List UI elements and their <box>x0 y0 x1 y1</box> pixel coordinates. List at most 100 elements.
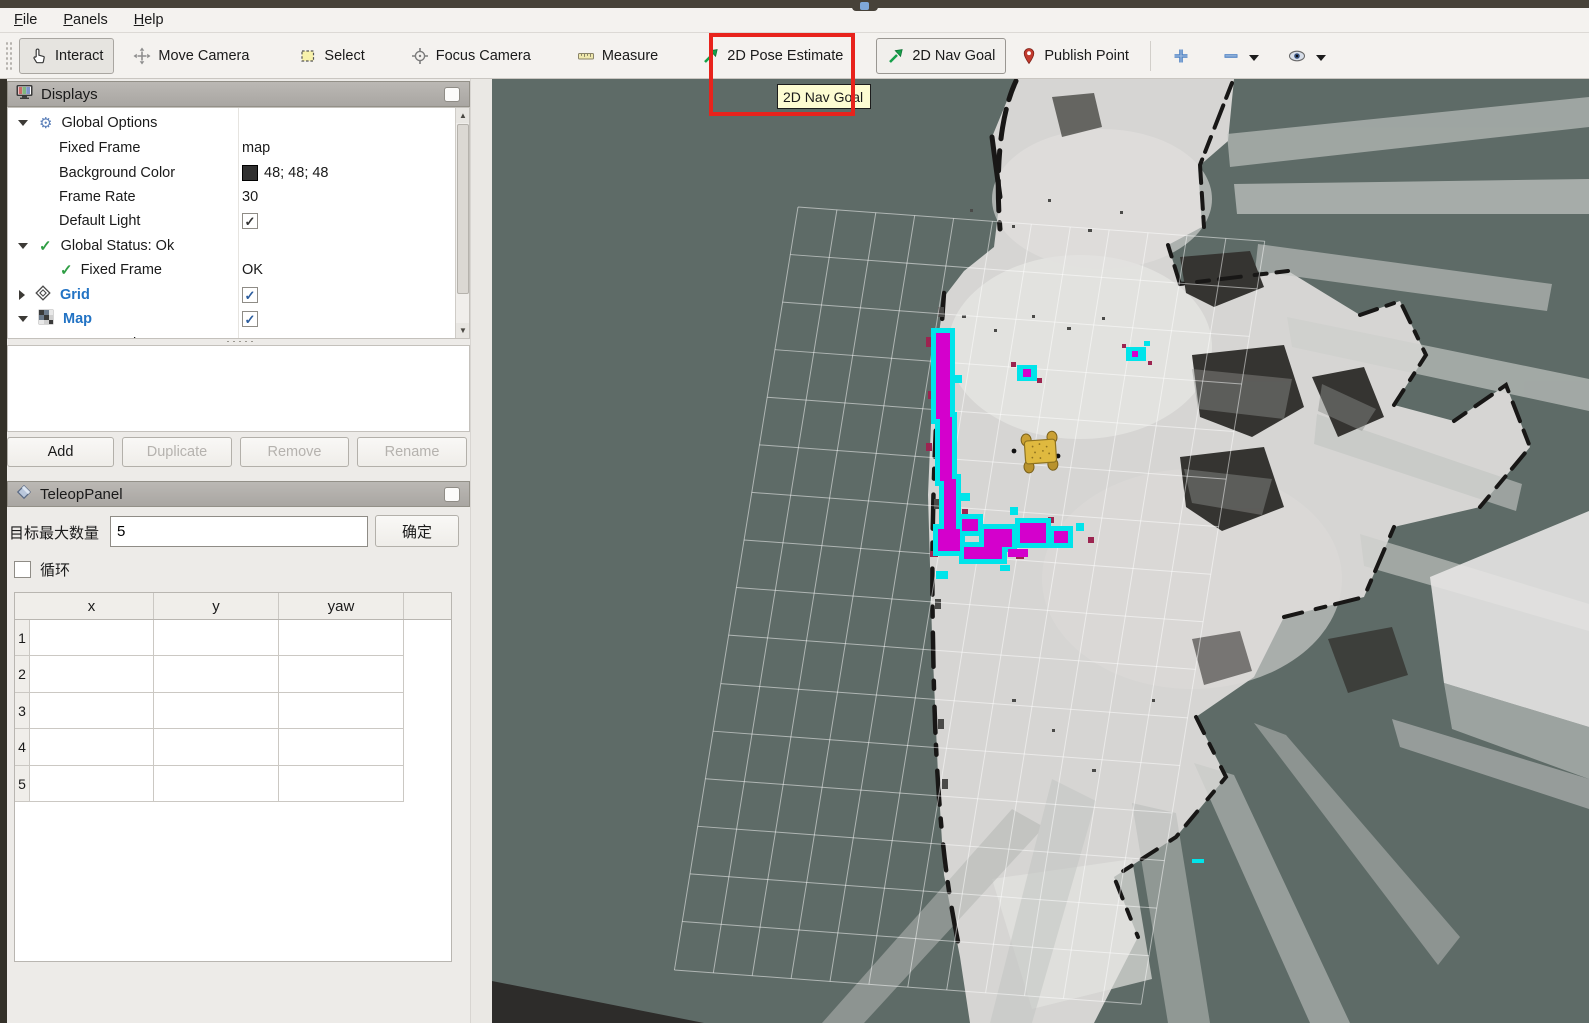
tree-row-map[interactable]: Map ✓ <box>8 307 454 331</box>
grid-display-icon <box>35 285 51 305</box>
green-arrow-icon <box>887 47 905 65</box>
scrollbar-thumb[interactable] <box>457 124 469 294</box>
menu-file[interactable]: File <box>14 12 37 28</box>
row-header-3: 3 <box>15 693 30 729</box>
table-cell[interactable] <box>154 729 279 766</box>
panel-viewport-splitter[interactable] <box>470 79 492 1023</box>
column-header-x: x <box>30 593 154 619</box>
scroll-down-button[interactable]: ▼ <box>456 323 470 338</box>
rename-display-button[interactable]: Rename <box>357 437 467 467</box>
confirm-button[interactable]: 确定 <box>375 515 459 547</box>
panel-splitter-handle[interactable] <box>225 340 255 343</box>
loop-label: 循环 <box>40 559 70 580</box>
table-cell[interactable] <box>30 766 154 802</box>
table-cell[interactable] <box>279 656 404 693</box>
fixed-frame-value[interactable]: map <box>242 140 270 156</box>
teleop-panel-header[interactable]: TeleopPanel <box>7 481 470 507</box>
minus-icon <box>1222 47 1240 65</box>
select-tool-button[interactable]: Select <box>288 38 375 74</box>
eye-icon <box>1287 47 1307 65</box>
visibility-tool-button[interactable] <box>1276 38 1337 74</box>
interact-tool-button[interactable]: Interact <box>19 38 114 74</box>
render-viewport-3d[interactable] <box>492 79 1589 1023</box>
display-detail-box <box>7 345 470 432</box>
expander-down-icon[interactable] <box>18 243 28 249</box>
table-cell[interactable] <box>30 693 154 729</box>
tree-row-default-light[interactable]: Default Light ✓ <box>8 209 454 233</box>
grid-enabled-checkbox[interactable]: ✓ <box>242 287 258 303</box>
tree-row-grid[interactable]: Grid ✓ <box>8 283 454 307</box>
teleop-panel-body: 目标最大数量 确定 循环 x y yaw 1 2 3 <box>7 508 470 1023</box>
measure-tool-button[interactable]: Measure <box>566 38 669 74</box>
table-cell[interactable] <box>154 766 279 802</box>
titlebar-app-icon <box>860 2 869 10</box>
tree-row-global-status[interactable]: ✓ Global Status: Ok <box>8 234 454 258</box>
gear-icon: ⚙ <box>39 116 52 131</box>
move-camera-tool-button[interactable]: Move Camera <box>122 38 260 74</box>
column-header-y: y <box>154 593 279 619</box>
tree-row-map-status-clipped[interactable]: ✓ Status: Ok <box>8 332 454 339</box>
row-header-2: 2 <box>15 656 30 693</box>
tree-row-fixed-frame[interactable]: Fixed Frame map <box>8 136 454 160</box>
goals-table: x y yaw 1 2 3 4 5 <box>14 592 452 962</box>
table-cell[interactable] <box>279 693 404 729</box>
remove-tool-button[interactable] <box>1211 38 1270 74</box>
default-light-checkbox[interactable]: ✓ <box>242 213 258 229</box>
add-tool-button[interactable] <box>1161 38 1201 74</box>
max-goal-label: 目标最大数量 <box>9 522 99 543</box>
displays-panel-header[interactable]: Displays <box>7 81 470 107</box>
displays-float-button[interactable] <box>444 87 460 102</box>
menu-bar: File Panels Help <box>0 8 1589 33</box>
publish-point-tool-button[interactable]: Publish Point <box>1010 38 1140 74</box>
teleop-panel-title: TeleopPanel <box>40 486 123 503</box>
map-enabled-checkbox[interactable]: ✓ <box>242 311 258 327</box>
plus-icon <box>1172 47 1190 65</box>
tree-row-global-options[interactable]: ⚙ Global Options <box>8 111 454 135</box>
teleop-diamond-icon <box>16 484 32 504</box>
row-header-1: 1 <box>15 620 30 656</box>
loop-checkbox[interactable] <box>14 561 31 578</box>
duplicate-display-button[interactable]: Duplicate <box>122 437 232 467</box>
expander-right-icon[interactable] <box>19 290 25 300</box>
teleop-float-button[interactable] <box>444 487 460 502</box>
chevron-down-icon[interactable] <box>1249 55 1259 61</box>
table-cell[interactable] <box>30 729 154 766</box>
laser-point <box>1012 449 1017 454</box>
toolbar-drag-handle[interactable] <box>5 41 13 71</box>
focus-camera-tool-button[interactable]: Focus Camera <box>400 38 542 74</box>
displays-monitor-icon <box>16 84 33 104</box>
chevron-down-icon[interactable] <box>1316 55 1326 61</box>
table-cell[interactable] <box>154 693 279 729</box>
table-cell[interactable] <box>154 620 279 656</box>
add-display-button[interactable]: Add <box>7 437 114 467</box>
side-panel: Displays ⚙ Global Options Fixed Frame ma… <box>7 79 470 1023</box>
row-header-5: 5 <box>15 766 30 802</box>
tree-row-background-color[interactable]: Background Color 48; 48; 48 <box>8 161 454 185</box>
table-cell[interactable] <box>279 766 404 802</box>
scroll-up-button[interactable]: ▲ <box>456 108 470 123</box>
window-left-edge <box>0 79 7 1023</box>
menu-help[interactable]: Help <box>134 12 164 28</box>
frame-rate-value[interactable]: 30 <box>242 189 258 205</box>
max-goal-input[interactable] <box>110 516 368 547</box>
expander-down-icon[interactable] <box>18 316 28 322</box>
column-header-yaw: yaw <box>279 593 404 619</box>
tree-scrollbar[interactable]: ▲ ▼ <box>455 108 470 338</box>
displays-tree[interactable]: ⚙ Global Options Fixed Frame map Backgro… <box>7 107 470 339</box>
table-cell[interactable] <box>279 620 404 656</box>
menu-panels[interactable]: Panels <box>63 12 107 28</box>
remove-display-button[interactable]: Remove <box>240 437 349 467</box>
toolbar-separator <box>1150 41 1151 71</box>
table-cell[interactable] <box>279 729 404 766</box>
table-cell[interactable] <box>30 656 154 693</box>
table-cell[interactable] <box>30 620 154 656</box>
displays-panel-title: Displays <box>41 86 98 103</box>
color-swatch[interactable] <box>242 165 258 181</box>
tree-row-frame-rate[interactable]: Frame Rate 30 <box>8 185 454 209</box>
background-color-value[interactable]: 48; 48; 48 <box>264 165 329 181</box>
tree-row-fixed-frame-status[interactable]: ✓ Fixed Frame OK <box>8 258 454 282</box>
nav-goal-tool-button[interactable]: 2D Nav Goal <box>876 38 1006 74</box>
table-cell[interactable] <box>154 656 279 693</box>
expander-down-icon[interactable] <box>18 120 28 126</box>
loop-checkbox-row: 循环 <box>14 559 70 580</box>
